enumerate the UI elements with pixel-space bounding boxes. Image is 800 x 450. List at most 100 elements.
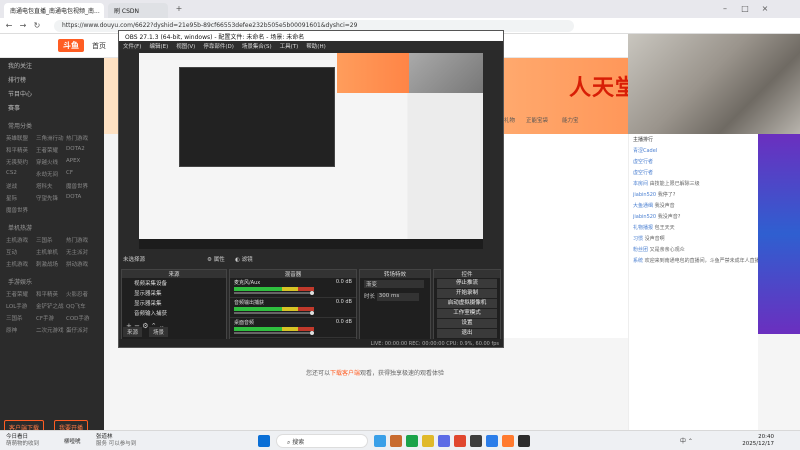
sidebar-category-link[interactable]: 三角洲行动 (36, 132, 66, 144)
chat-user[interactable]: 系统 (633, 258, 643, 264)
chat-user[interactable]: jiabin520 (633, 192, 656, 198)
chat-user[interactable]: 礼物播报 (633, 225, 653, 231)
clock[interactable]: 20:40 2025/12/17 (742, 434, 774, 448)
obs-preview[interactable] (139, 53, 483, 249)
sidebar-category-link[interactable]: QQ飞车 (66, 300, 96, 312)
folder-icon[interactable] (422, 435, 434, 447)
douyu-logo[interactable]: 斗鱼 (58, 39, 84, 52)
chat-user[interactable]: 大鱼通缉 (633, 203, 653, 209)
sidebar-category-link[interactable]: CF手游 (36, 312, 66, 324)
sidebar-category-link[interactable]: 拼动游戏 (66, 258, 96, 270)
filters-button[interactable]: ◐ 滤镜 (235, 255, 253, 263)
start-broadcast-button[interactable]: 我要开播 (54, 420, 89, 430)
duration-input[interactable]: 300 ms (376, 292, 419, 301)
volume-slider[interactable] (234, 312, 314, 314)
sidebar-category-link[interactable]: CF (66, 168, 96, 180)
pinned-app[interactable]: 张道林 服务 可以参与到 (96, 434, 136, 448)
sidebar-category-link[interactable]: 魔兽世界 (6, 204, 36, 216)
chat-user[interactable]: 粉丝团 (633, 247, 648, 253)
gear-icon[interactable]: ⚙ (142, 322, 148, 330)
start-recording-button[interactable]: 开始录制 (437, 289, 497, 298)
chat-user[interactable]: jiabin520 (633, 214, 656, 220)
obs-menu-tools[interactable]: 工具(T) (280, 42, 299, 50)
sidebar-category-link[interactable]: 星际 (6, 192, 36, 204)
exit-button[interactable]: 退出 (437, 329, 497, 338)
sidebar-category-link[interactable]: 塔科夫 (36, 180, 66, 192)
sidebar-category-link[interactable]: LOL手游 (6, 300, 36, 312)
minimize-icon[interactable]: – (720, 4, 730, 14)
sidebar-category-link[interactable]: DOTA2 (66, 144, 96, 156)
edge-icon[interactable] (486, 435, 498, 447)
properties-button[interactable]: ⚙ 属性 (207, 255, 225, 263)
source-item[interactable]: 视频采集设备 (122, 278, 226, 288)
sidebar-category-link[interactable]: 王者荣耀 (6, 288, 36, 300)
sidebar-category-link[interactable]: 主机单机 (36, 246, 66, 258)
obs-menu-file[interactable]: 文件(F) (123, 42, 141, 50)
terminal-icon[interactable] (518, 435, 530, 447)
obs-menu-view[interactable]: 视图(V) (176, 42, 195, 50)
sidebar-item-ranking[interactable]: 排行榜 (0, 72, 104, 86)
volume-slider[interactable] (234, 332, 314, 334)
sidebar-category-link[interactable]: 蛋仔派对 (66, 324, 96, 336)
chat-user[interactable]: 青涩Cadel (633, 148, 657, 154)
sidebar-category-link[interactable]: 金铲铲之战 (36, 300, 66, 312)
browser-tab-douyu[interactable]: 南通电包直播_南通电包视频_南... (4, 3, 104, 18)
app-icon[interactable] (390, 435, 402, 447)
sidebar-category-link[interactable]: 原神 (6, 324, 36, 336)
sidebar-category-link[interactable]: 魔兽世界 (66, 180, 96, 192)
obs-menu-help[interactable]: 帮助(H) (306, 42, 325, 50)
taskbar-search[interactable]: ⌕ 搜索 (276, 434, 368, 448)
obs-menu-scenes[interactable]: 场景集合(S) (242, 42, 272, 50)
sidebar-category-link[interactable]: 三国杀 (36, 234, 66, 246)
sidebar-category-link[interactable]: APEX (66, 156, 96, 168)
settings-button[interactable]: 设置 (437, 319, 497, 328)
volume-knob[interactable] (310, 311, 314, 315)
obs-menu-edit[interactable]: 编辑(E) (149, 42, 168, 50)
windows-start-icon[interactable] (258, 435, 270, 447)
sidebar-category-link[interactable]: 热门游戏 (66, 234, 96, 246)
browser-icon[interactable] (406, 435, 418, 447)
sidebar-category-link[interactable]: 永劫无间 (36, 168, 66, 180)
stop-streaming-button[interactable]: 停止推流 (437, 279, 497, 288)
app-icon[interactable] (454, 435, 466, 447)
sidebar-category-link[interactable]: 刺激战场 (36, 258, 66, 270)
store-icon[interactable] (438, 435, 450, 447)
sidebar-category-link[interactable]: CS2 (6, 168, 36, 180)
obs-icon[interactable] (470, 435, 482, 447)
transition-type-select[interactable]: 渐变 (364, 280, 424, 288)
tip-download-link[interactable]: 下载客户端 (330, 370, 360, 377)
sidebar-item-programs[interactable]: 节目中心 (0, 86, 104, 100)
chat-user[interactable]: 本房间 (633, 181, 648, 187)
sidebar-category-link[interactable]: 无主派对 (66, 246, 96, 258)
sidebar-category-link[interactable]: 和平精英 (6, 144, 36, 156)
client-download-button[interactable]: 客户端下载 (4, 420, 45, 430)
sidebar-category-link[interactable]: 和平精英 (36, 288, 66, 300)
new-tab-icon[interactable]: + (174, 4, 184, 14)
sidebar-category-link[interactable]: 主机游戏 (6, 258, 36, 270)
sidebar-category-link[interactable]: 三国杀 (6, 312, 36, 324)
sidebar-category-link[interactable]: 二次元游戏 (36, 324, 66, 336)
task-view-icon[interactable] (374, 435, 386, 447)
system-tray[interactable]: 中 ⌃ (680, 436, 693, 445)
strip-power[interactable]: 能力宝 (562, 116, 579, 124)
widgets-button[interactable]: 今日看日 萌萌物的收到 (6, 434, 39, 448)
sidebar-category-link[interactable]: 王者荣耀 (36, 144, 66, 156)
chat-user[interactable]: 虚空行者 (633, 159, 653, 165)
sidebar-category-link[interactable]: 守望先锋 (36, 192, 66, 204)
sidebar-item-events[interactable]: 赛事 (0, 100, 104, 114)
close-icon[interactable]: × (760, 4, 770, 14)
sidebar-category-link[interactable]: 主机游戏 (6, 234, 36, 246)
strip-gift[interactable]: 礼物 (504, 116, 515, 124)
douyu-icon[interactable] (502, 435, 514, 447)
source-item[interactable]: 显示器采集 (122, 298, 226, 308)
tab-scenes[interactable]: 场景 (149, 327, 169, 337)
studio-mode-button[interactable]: 工作室模式 (437, 309, 497, 318)
volume-knob[interactable] (310, 331, 314, 335)
strip-bag[interactable]: 正能宝袋 (526, 116, 548, 124)
volume-slider[interactable] (234, 292, 314, 294)
sidebar-category-link[interactable]: 互动 (6, 246, 36, 258)
right-ad-column[interactable] (758, 134, 800, 334)
browser-tab-csdn[interactable]: 刷 CSDN (108, 3, 168, 18)
sidebar-category-link[interactable]: 逆战 (6, 180, 36, 192)
sidebar-item-follow[interactable]: 我的关注 (0, 58, 104, 72)
